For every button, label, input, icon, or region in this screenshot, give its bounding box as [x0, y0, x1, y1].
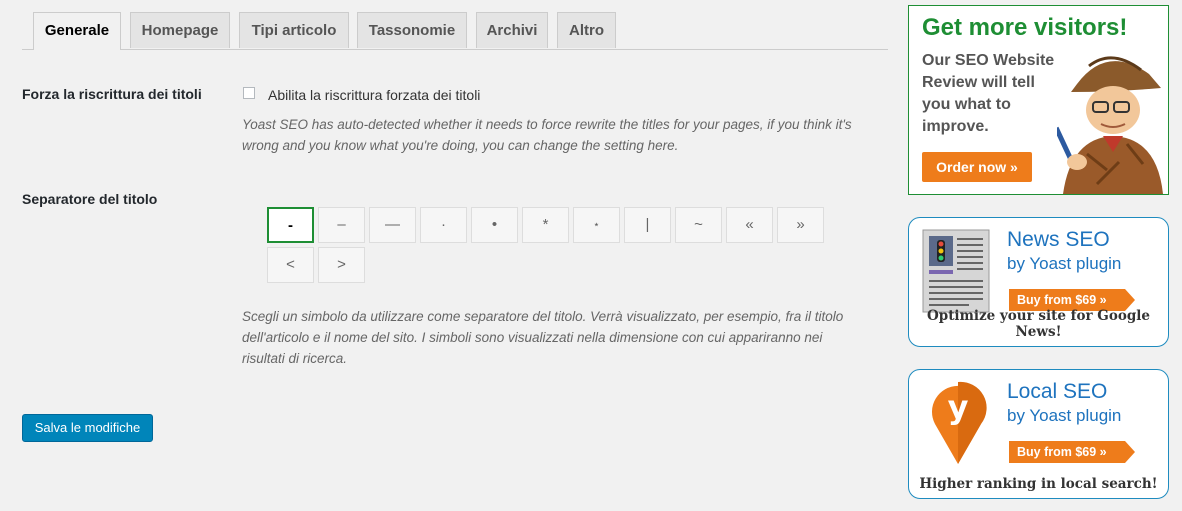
tab-generale[interactable]: Generale	[33, 12, 121, 50]
tab-altro[interactable]: Altro	[557, 12, 616, 48]
order-now-button[interactable]: Order now »	[922, 152, 1032, 182]
separator-option-low-asterisk[interactable]: ⋆	[573, 207, 620, 243]
save-changes-button[interactable]: Salva le modifiche	[22, 414, 153, 442]
tab-archivi[interactable]: Archivi	[476, 12, 548, 48]
detective-illustration	[1057, 56, 1163, 194]
seo-review-body: Our SEO Website Review will tell you wha…	[922, 52, 1055, 135]
title-separator-label: Separatore del titolo	[22, 191, 158, 207]
separator-option-dash[interactable]: -	[267, 207, 314, 243]
rewrite-titles-checkbox-label[interactable]: Abilita la riscrittura forzata dei titol…	[268, 87, 480, 103]
rewrite-titles-label: Forza la riscrittura dei titoli	[22, 86, 202, 102]
seo-review-heading: Get more visitors!	[922, 14, 1128, 41]
news-seo-footer: Optimize your site for Google News!	[927, 308, 1150, 340]
separator-option-asterisk[interactable]: *	[522, 207, 569, 243]
local-seo-footer: Higher ranking in local search!	[919, 476, 1158, 492]
separator-option-lt[interactable]: <	[267, 247, 314, 283]
separator-option-middot[interactable]: ·	[420, 207, 467, 243]
separator-option-pipe[interactable]: |	[624, 207, 671, 243]
tab-homepage[interactable]: Homepage	[130, 12, 230, 48]
separator-option-bullet[interactable]: •	[471, 207, 518, 243]
separator-option-tilde[interactable]: ~	[675, 207, 722, 243]
map-pin-icon: y	[932, 381, 987, 464]
rewrite-titles-description: Yoast SEO has auto-detected whether it n…	[242, 117, 852, 153]
local-seo-banner[interactable]: y Local SEO by Yoast plugin Buy from $69…	[908, 369, 1169, 499]
seo-review-banner[interactable]: Get more visitors! Our SEO Website Revie…	[908, 5, 1169, 195]
separator-option-en-dash[interactable]: –	[318, 207, 365, 243]
news-seo-subtitle: by Yoast plugin	[1007, 254, 1122, 273]
separator-option-laquo[interactable]: «	[726, 207, 773, 243]
separator-option-raquo[interactable]: »	[777, 207, 824, 243]
news-seo-banner[interactable]: News SEO by Yoast plugin Buy from $69 » …	[908, 217, 1169, 347]
local-seo-subtitle: by Yoast plugin	[1007, 406, 1122, 425]
local-seo-buy-button[interactable]: Buy from $69 »	[1009, 441, 1135, 463]
news-seo-title: News SEO	[1007, 228, 1110, 251]
separator-option-em-dash[interactable]: —	[369, 207, 416, 243]
newspaper-icon	[922, 229, 990, 313]
settings-tabs: Generale Homepage Tipi articolo Tassonom…	[22, 12, 888, 50]
title-separator-description: Scegli un simbolo da utilizzare come sep…	[242, 309, 844, 366]
local-seo-title: Local SEO	[1007, 380, 1108, 403]
rewrite-titles-checkbox[interactable]	[243, 87, 255, 99]
separator-option-gt[interactable]: >	[318, 247, 365, 283]
tab-tassonomie[interactable]: Tassonomie	[357, 12, 467, 48]
tab-tipi-articolo[interactable]: Tipi articolo	[239, 12, 349, 48]
svg-text:y: y	[948, 388, 969, 426]
